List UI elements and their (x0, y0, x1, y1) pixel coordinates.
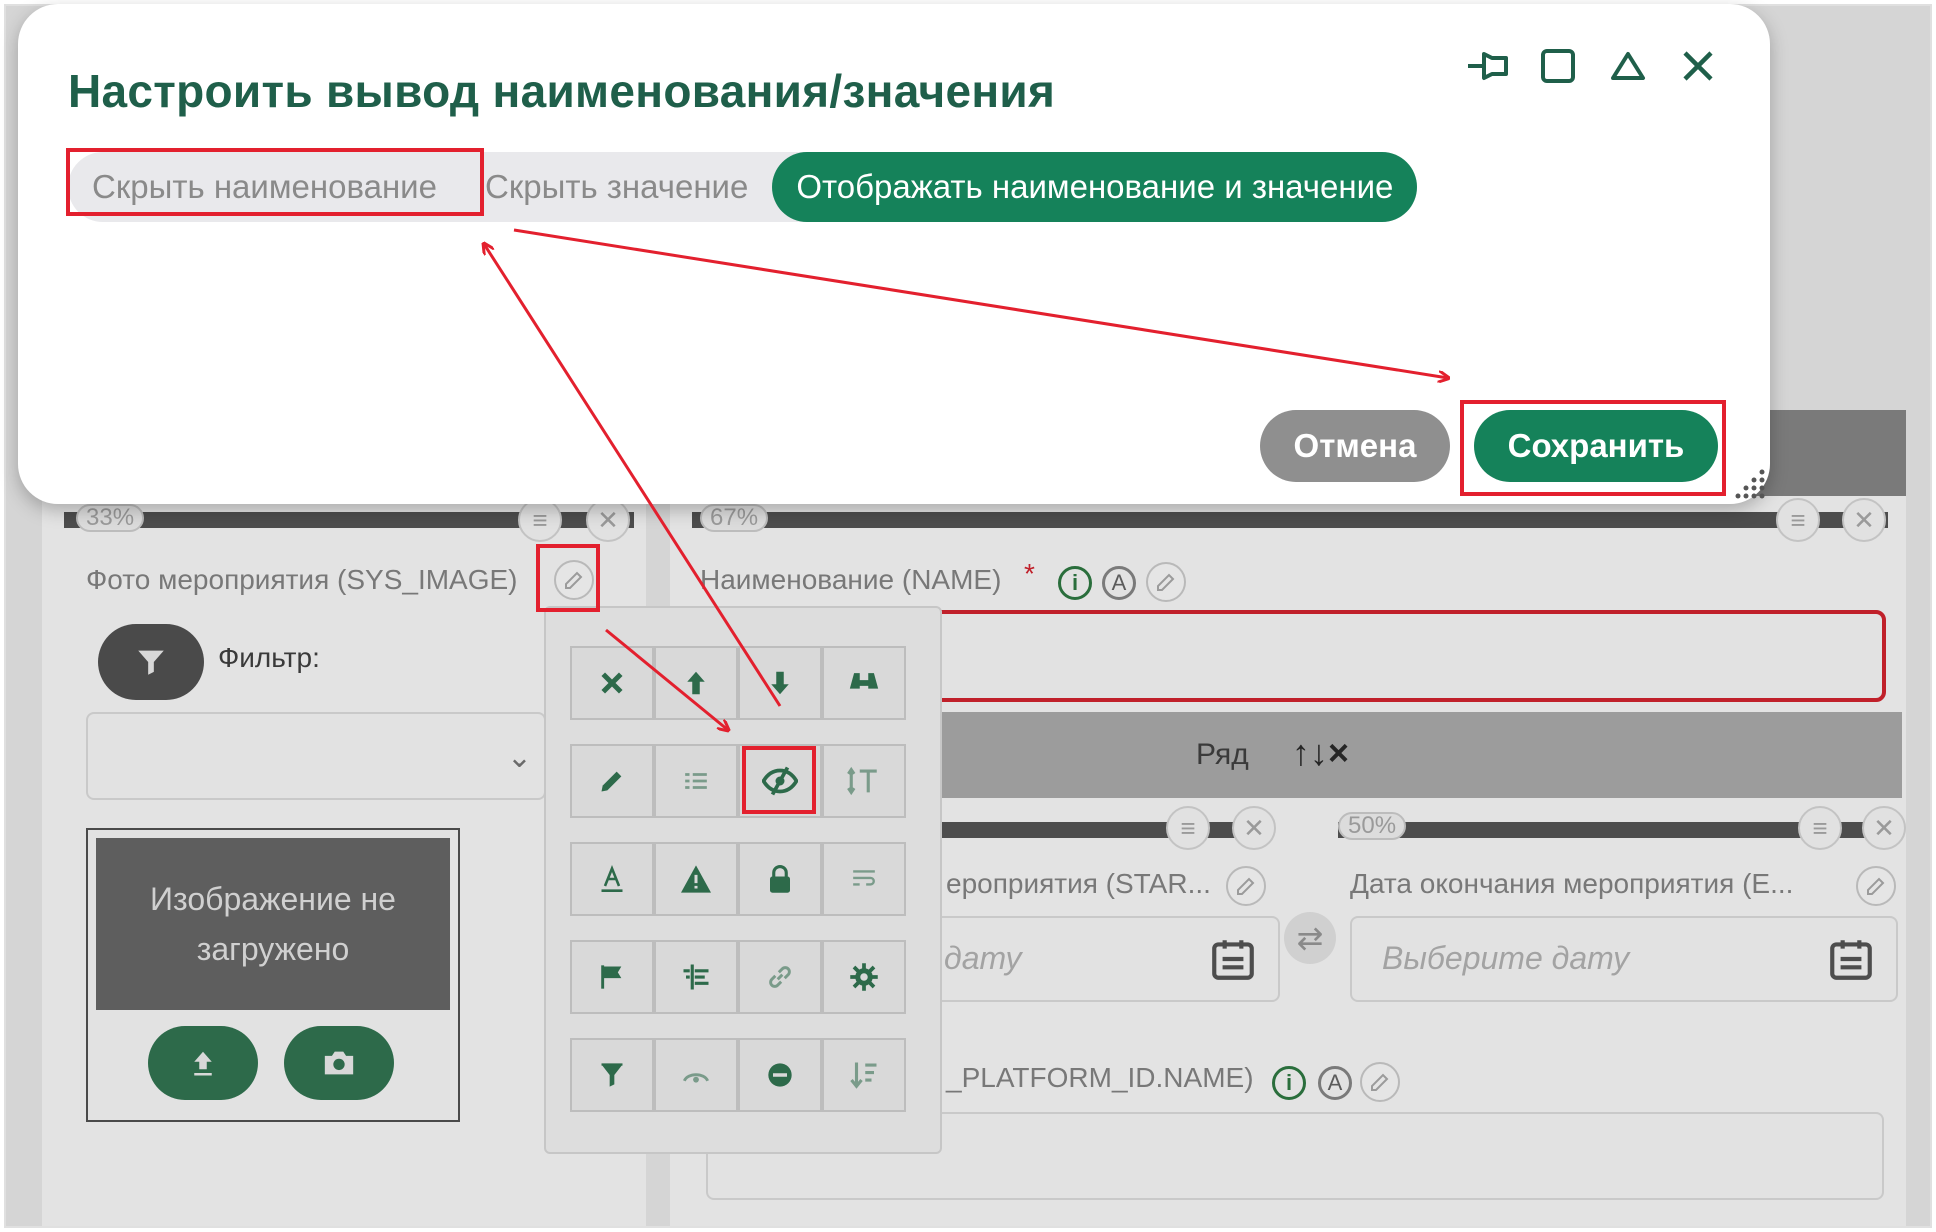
arrow-hide-name-to-save (513, 228, 1448, 378)
annotation-arrows (0, 228, 1936, 1232)
arrow-edit-to-visibility (605, 628, 728, 730)
arrow-visibility-to-hide-name (484, 244, 782, 707)
